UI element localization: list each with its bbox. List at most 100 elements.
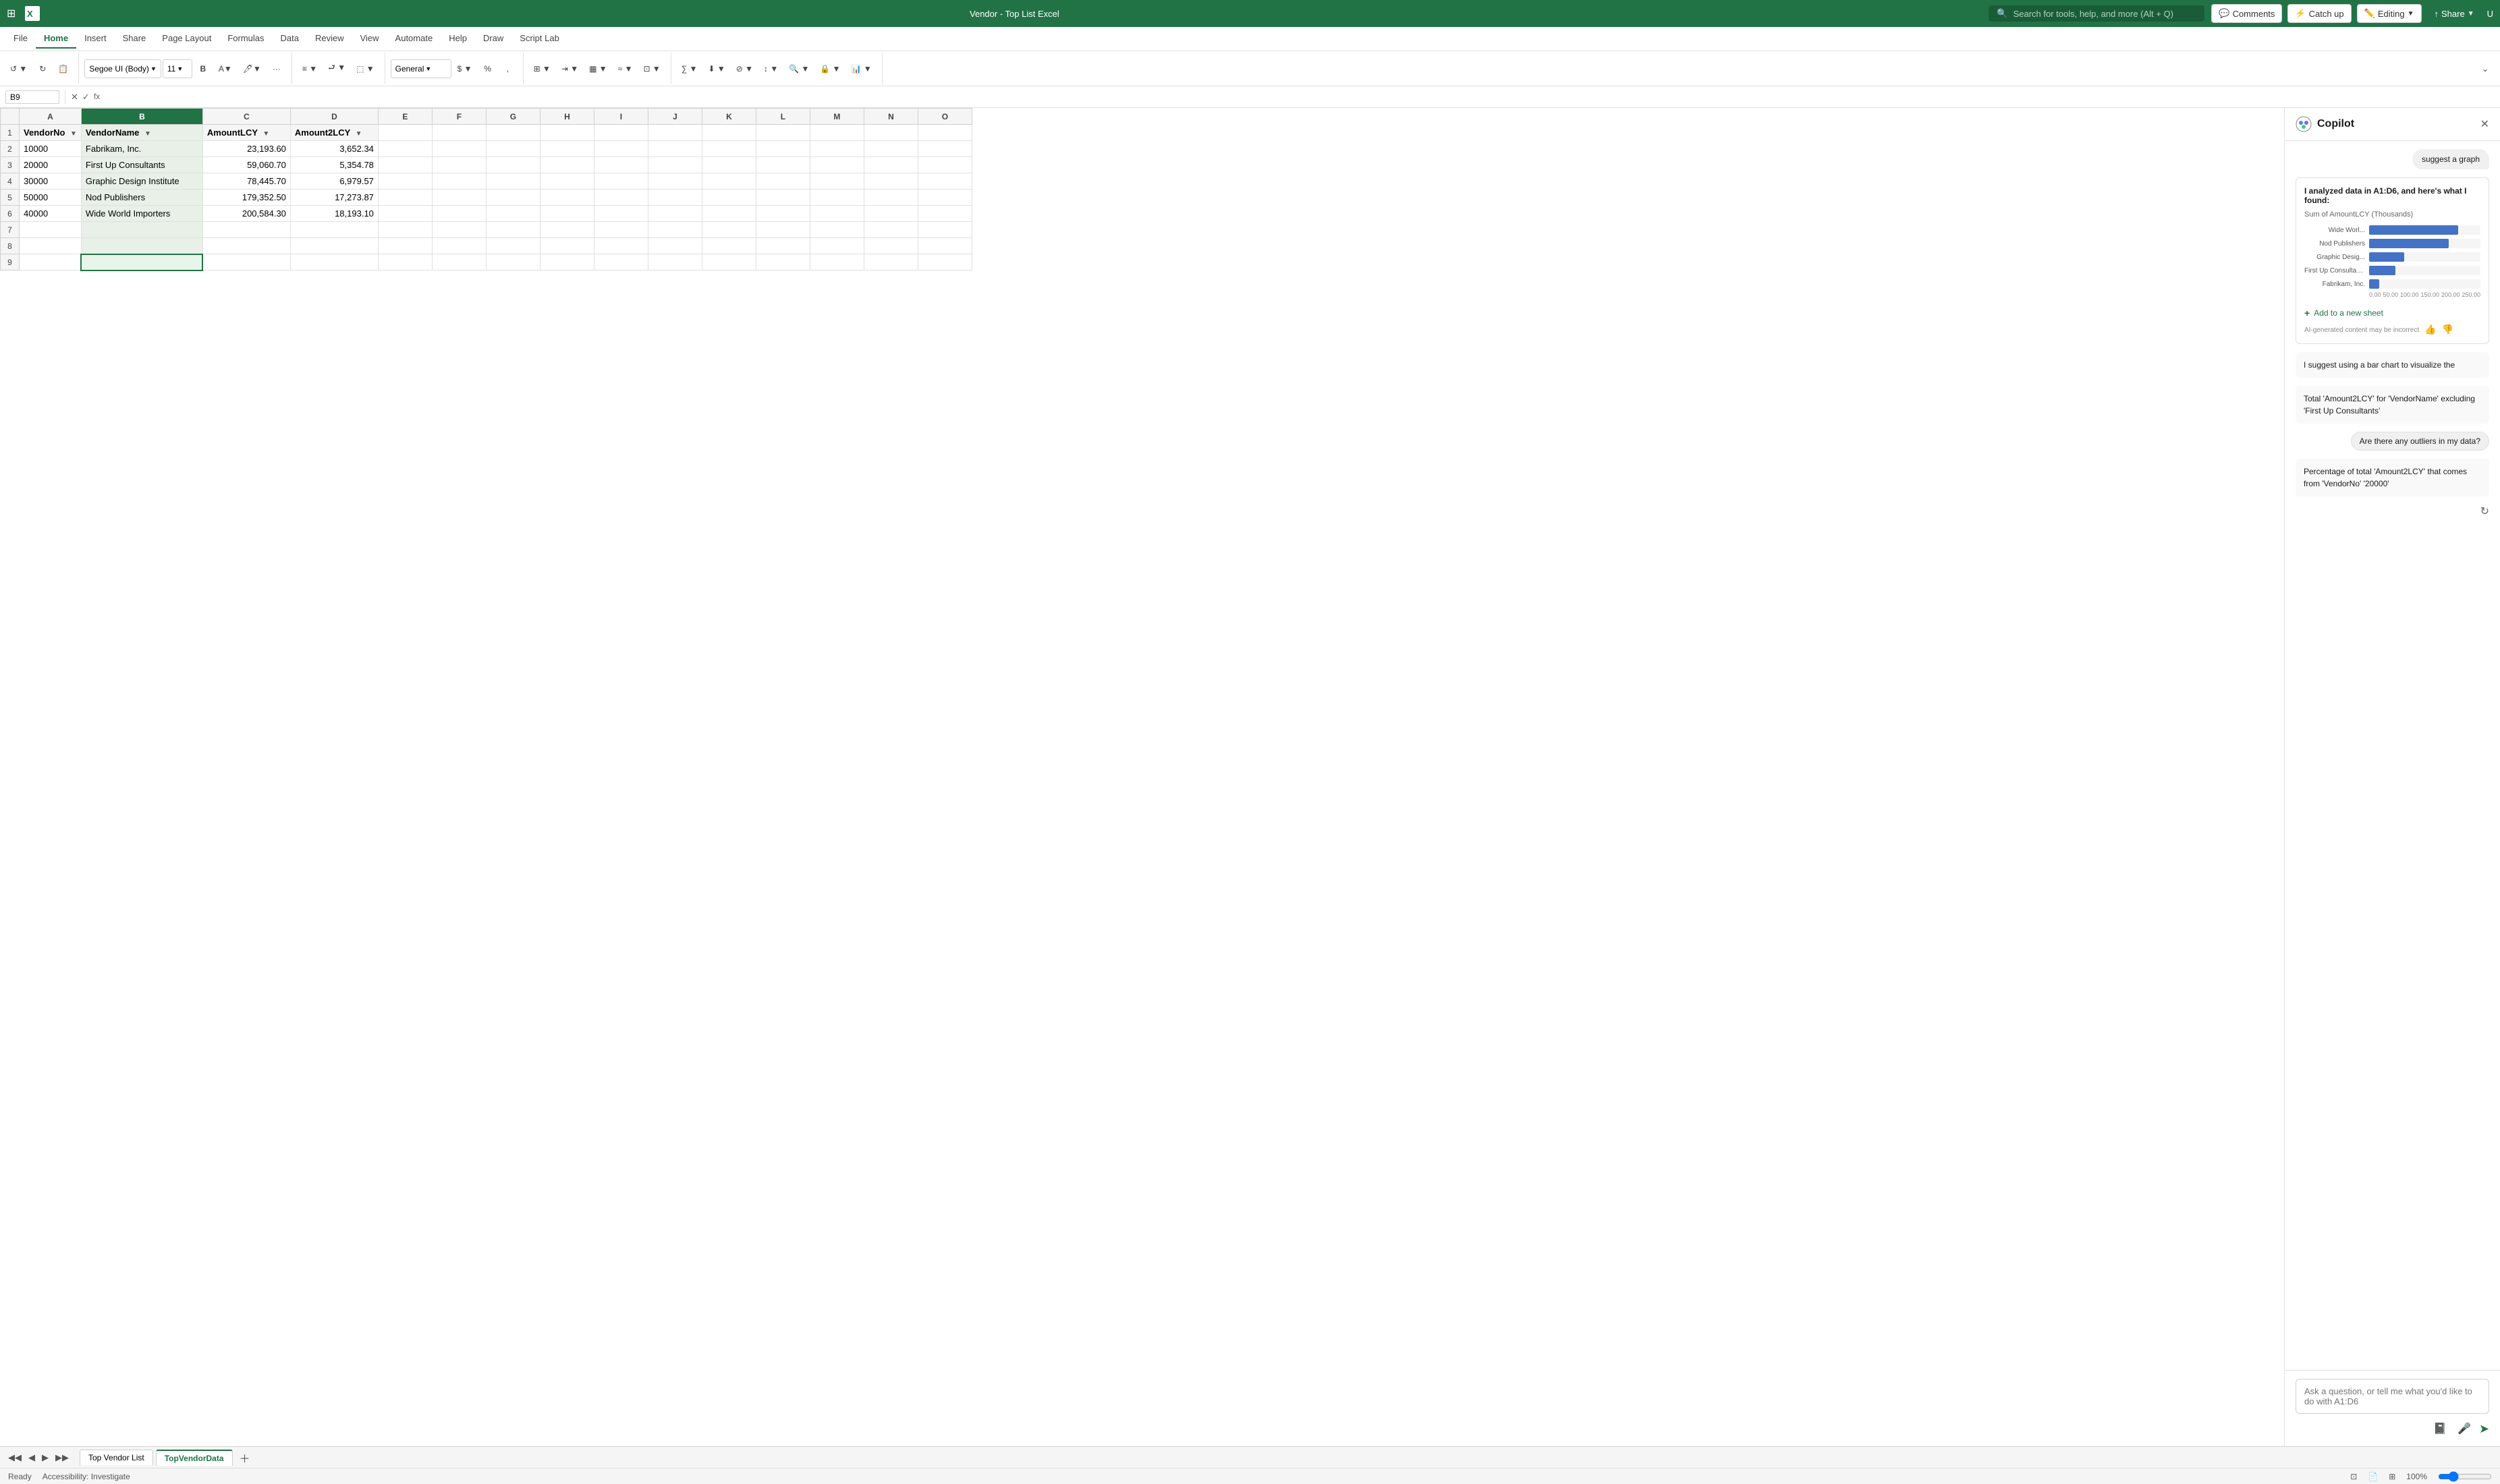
font-color-button[interactable]: A▼ (214, 59, 237, 79)
notebook-icon[interactable]: 📓 (2430, 1419, 2449, 1438)
analyze-button[interactable]: 📊 ▼ (847, 59, 877, 79)
cell-d6[interactable]: 18,193.10 (290, 206, 378, 222)
send-button[interactable]: ➤ (2479, 1422, 2489, 1436)
redo-button[interactable]: ↻ (33, 59, 52, 79)
cell-e1[interactable] (378, 125, 432, 141)
col-header-i[interactable]: I (594, 109, 648, 125)
cell-l1[interactable] (756, 125, 810, 141)
microphone-icon[interactable]: 🎤 (2455, 1419, 2474, 1438)
bold-button[interactable]: B (194, 59, 213, 79)
cell-a4[interactable]: 30000 (20, 173, 82, 190)
cell-a2[interactable]: 10000 (20, 141, 82, 157)
cell-c6[interactable]: 200,584.30 (202, 206, 290, 222)
sheet-nav-next[interactable]: ▶ (39, 1452, 51, 1463)
thumbs-down-button[interactable]: 👎 (2442, 324, 2453, 335)
cell-c1[interactable]: AmountLCY ▼ (202, 125, 290, 141)
cell-a6[interactable]: 40000 (20, 206, 82, 222)
cell-a5[interactable]: 50000 (20, 190, 82, 206)
close-icon[interactable]: ✕ (2480, 117, 2489, 131)
catchup-button[interactable]: ⚡ Catch up (2287, 4, 2351, 23)
sheet-tab-topvendordata[interactable]: TopVendorData (156, 1450, 233, 1466)
cell-c2[interactable]: 23,193.60 (202, 141, 290, 157)
normal-view-button[interactable]: ⊡ (2350, 1472, 2357, 1481)
fill-color-button[interactable]: 🖊▼ (238, 59, 266, 79)
tab-formulas[interactable]: Formulas (219, 29, 272, 49)
col-header-k[interactable]: K (702, 109, 756, 125)
editing-button[interactable]: ✏️ Editing ▼ (2357, 4, 2422, 23)
conditional-button[interactable]: ≈ ▼ (613, 59, 638, 79)
waffle-icon[interactable]: ⊞ (7, 7, 16, 20)
cell-m1[interactable] (810, 125, 864, 141)
cell-b1[interactable]: VendorName ▼ (81, 125, 202, 141)
tab-insert[interactable]: Insert (76, 29, 115, 49)
clipboard-button[interactable]: 📋 (53, 59, 73, 79)
cell-h1[interactable] (540, 125, 594, 141)
align-button[interactable]: ≡ ▼ (298, 59, 322, 79)
undo-button[interactable]: ↺ ▼ (5, 59, 32, 79)
add-to-new-sheet-button[interactable]: + Add to a new sheet (2304, 305, 2480, 321)
tab-script-lab[interactable]: Script Lab (511, 29, 567, 49)
spreadsheet[interactable]: A B C D E F G H I J K L M N O (0, 108, 2284, 1446)
cell-style-button[interactable]: ▦ ▼ (584, 59, 612, 79)
col-header-f[interactable]: F (432, 109, 486, 125)
search-input[interactable] (2013, 9, 2197, 19)
search-bar[interactable]: 🔍 (1989, 5, 2204, 22)
col-header-b[interactable]: B (81, 109, 202, 125)
cell-j1[interactable] (648, 125, 702, 141)
col-header-n[interactable]: N (864, 109, 918, 125)
cell-a1[interactable]: VendorNo ▼ (20, 125, 82, 141)
tab-draw[interactable]: Draw (475, 29, 511, 49)
cell-g1[interactable] (486, 125, 540, 141)
font-size-dropdown[interactable]: 11 ▼ (163, 59, 192, 78)
cell-b5[interactable]: Nod Publishers (81, 190, 202, 206)
wrap-button[interactable]: ⮐ ▼ (323, 59, 350, 79)
clear-button[interactable]: ⊘ ▼ (731, 59, 758, 79)
outliers-suggestion-button[interactable]: Are there any outliers in my data? (2351, 432, 2489, 451)
cell-b3[interactable]: First Up Consultants (81, 157, 202, 173)
tab-home[interactable]: Home (36, 29, 76, 49)
sheet-tab-top-vendor-list[interactable]: Top Vendor List (80, 1450, 153, 1465)
number-format-dropdown[interactable]: General ▼ (391, 59, 451, 78)
sheet-nav-prev[interactable]: ◀ (26, 1452, 38, 1463)
refresh-icon[interactable]: ↻ (2480, 505, 2489, 518)
page-layout-view-button[interactable]: 📄 (2368, 1472, 2378, 1481)
avatar[interactable]: U (2487, 9, 2493, 19)
sheet-nav-right[interactable]: ▶▶ (53, 1452, 72, 1463)
cell-d5[interactable]: 17,273.87 (290, 190, 378, 206)
cell-d4[interactable]: 6,979.57 (290, 173, 378, 190)
percent-button[interactable]: % (478, 59, 497, 79)
sheet-nav-left[interactable]: ◀◀ (5, 1452, 24, 1463)
cell-c4[interactable]: 78,445.70 (202, 173, 290, 190)
cell-k1[interactable] (702, 125, 756, 141)
cancel-formula-icon[interactable]: ✕ (71, 92, 78, 103)
expand-ribbon-button[interactable]: ⌄ (2476, 59, 2495, 79)
col-header-e[interactable]: E (378, 109, 432, 125)
col-header-d[interactable]: D (290, 109, 378, 125)
comma-button[interactable]: , (499, 59, 518, 79)
cell-reference-input[interactable] (5, 90, 59, 104)
col-header-h[interactable]: H (540, 109, 594, 125)
cell-b6[interactable]: Wide World Importers (81, 206, 202, 222)
col-header-o[interactable]: O (918, 109, 972, 125)
tab-share[interactable]: Share (115, 29, 155, 49)
cell-b4[interactable]: Graphic Design Institute (81, 173, 202, 190)
tab-page-layout[interactable]: Page Layout (154, 29, 219, 49)
col-header-m[interactable]: M (810, 109, 864, 125)
cell-d2[interactable]: 3,652.34 (290, 141, 378, 157)
tab-automate[interactable]: Automate (387, 29, 441, 49)
cell-d3[interactable]: 5,354.78 (290, 157, 378, 173)
border-button[interactable]: ⊞ ▼ (529, 59, 555, 79)
thumbs-up-button[interactable]: 👍 (2424, 324, 2436, 335)
cell-c3[interactable]: 59,060.70 (202, 157, 290, 173)
col-header-j[interactable]: J (648, 109, 702, 125)
add-sheet-button[interactable]: ＋ (235, 1450, 254, 1466)
fill-button[interactable]: ⬇ ▼ (703, 59, 729, 79)
tab-file[interactable]: File (5, 29, 36, 49)
tab-help[interactable]: Help (441, 29, 475, 49)
tab-review[interactable]: Review (307, 29, 352, 49)
col-header-a[interactable]: A (20, 109, 82, 125)
cell-c5[interactable]: 179,352.50 (202, 190, 290, 206)
cell-a3[interactable]: 20000 (20, 157, 82, 173)
cell-b9-selected[interactable] (81, 254, 202, 270)
page-break-view-button[interactable]: ⊞ (2389, 1472, 2395, 1481)
